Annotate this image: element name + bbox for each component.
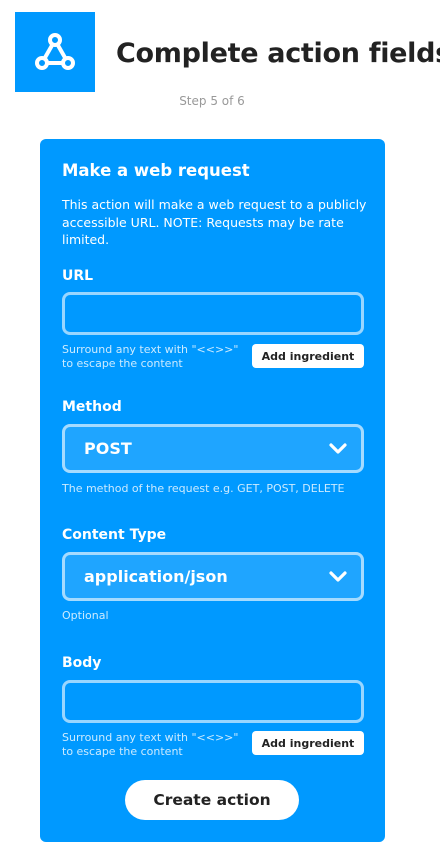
content-type-label: Content Type: [62, 527, 167, 543]
chevron-down-icon: [329, 442, 347, 455]
create-action-button[interactable]: Create action: [125, 780, 299, 820]
action-title: Make a web request: [62, 161, 250, 180]
method-selected-value: POST: [84, 439, 132, 458]
step-indicator: Step 5 of 6: [179, 94, 245, 108]
url-input[interactable]: [62, 292, 364, 335]
webhooks-icon: [35, 33, 75, 70]
url-hint: Surround any text with "<<>>" to escape …: [62, 343, 239, 370]
service-logo: [15, 12, 95, 92]
method-label: Method: [62, 399, 122, 415]
page-title: Complete action fields: [116, 38, 440, 69]
chevron-down-icon: [329, 570, 347, 583]
content-type-select[interactable]: application/json: [62, 552, 364, 601]
url-add-ingredient-button[interactable]: Add ingredient: [252, 344, 364, 368]
method-hint: The method of the request e.g. GET, POST…: [62, 482, 345, 495]
url-label: URL: [62, 268, 94, 284]
body-hint: Surround any text with "<<>>" to escape …: [62, 731, 239, 758]
content-type-hint: Optional: [62, 609, 109, 622]
action-description: This action will make a web request to a…: [62, 197, 367, 247]
action-fields-card: Make a web request This action will make…: [40, 139, 385, 842]
body-input[interactable]: [62, 680, 364, 723]
method-select[interactable]: POST: [62, 424, 364, 473]
body-add-ingredient-button[interactable]: Add ingredient: [252, 731, 364, 755]
body-label: Body: [62, 655, 102, 671]
content-type-selected-value: application/json: [84, 567, 228, 586]
page: Complete action fields Step 5 of 6 Make …: [0, 0, 440, 854]
